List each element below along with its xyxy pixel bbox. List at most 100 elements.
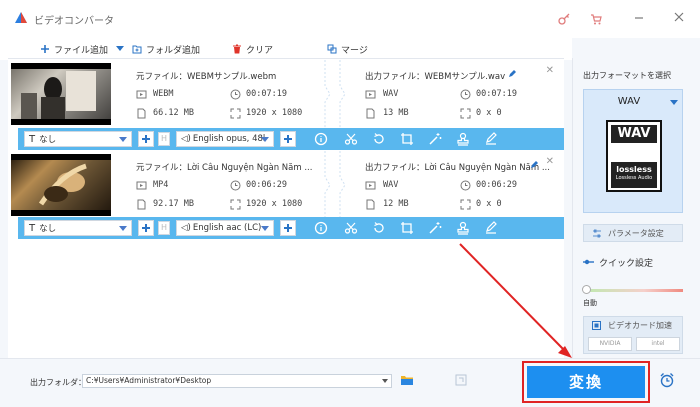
output-folder-dropdown-icon[interactable] bbox=[382, 379, 388, 383]
speaker-icon: ◁) bbox=[181, 223, 191, 233]
convert-highlight-frame: 変換 bbox=[522, 361, 650, 403]
add-subtitle-button[interactable] bbox=[138, 220, 154, 236]
output-duration: 00:06:29 bbox=[476, 180, 517, 190]
wav-format-icon: WAV lossless Lossless Audio bbox=[606, 120, 662, 192]
output-duration: 00:07:19 bbox=[476, 89, 517, 99]
crop-icon[interactable] bbox=[400, 221, 414, 235]
toolbar: ファイル追加 フォルダ追加 クリア マージ bbox=[0, 38, 572, 60]
subtitle-value: なし bbox=[39, 135, 57, 145]
gpu-checkbox-icon[interactable] bbox=[592, 321, 601, 330]
crop-icon[interactable] bbox=[400, 132, 414, 146]
browse-folder-icon[interactable] bbox=[400, 374, 414, 386]
clear-button[interactable]: クリア bbox=[232, 42, 273, 56]
arrow-separator-icon bbox=[324, 60, 346, 128]
add-audio-button[interactable] bbox=[280, 131, 296, 147]
source-filename: 元ファイル：Lời Câu Nguyện Ngàn Năm ... bbox=[136, 163, 313, 173]
quick-settings-icon bbox=[583, 259, 594, 265]
h265-icon[interactable]: H bbox=[158, 221, 170, 235]
audio-track-select[interactable]: ◁) English aac (LC) bbox=[176, 220, 274, 236]
output-filename: 出力ファイル：WEBMサンプル.wav bbox=[365, 72, 506, 82]
effects-wand-icon[interactable] bbox=[428, 132, 442, 146]
remove-item-icon[interactable]: ✕ bbox=[546, 156, 554, 167]
scissors-icon[interactable] bbox=[344, 221, 358, 235]
output-filename: 出力ファイル：Lời Câu Nguyện Ngàn Năm ... bbox=[365, 163, 550, 173]
info-icon[interactable] bbox=[314, 221, 328, 235]
audio-track-select[interactable]: ◁) English opus, 48l bbox=[176, 131, 274, 147]
scissors-icon[interactable] bbox=[344, 132, 358, 146]
output-resolution: 0 x 0 bbox=[476, 199, 502, 209]
output-size: 13 MB bbox=[383, 108, 409, 118]
panel-title: 出力フォーマットを選択 bbox=[583, 71, 671, 80]
cart-icon[interactable] bbox=[590, 13, 602, 25]
h265-icon[interactable]: H bbox=[158, 132, 170, 146]
open-output-folder-icon[interactable] bbox=[455, 374, 467, 386]
resolution-icon bbox=[230, 199, 241, 210]
output-format: WAV bbox=[383, 180, 399, 190]
clear-label: クリア bbox=[246, 45, 274, 56]
subtitle-edit-icon[interactable] bbox=[484, 221, 498, 235]
clock-icon bbox=[460, 180, 471, 191]
watermark-stamp-icon[interactable] bbox=[456, 221, 470, 235]
output-folder-path: C:¥Users¥Administrator¥Desktop bbox=[86, 376, 212, 385]
subtitle-icon: T bbox=[29, 133, 36, 145]
output-format-selector[interactable]: WAV WAV lossless Lossless Audio bbox=[583, 89, 683, 213]
selected-format: WAV bbox=[617, 96, 641, 107]
source-resolution: 1920 x 1080 bbox=[246, 199, 303, 209]
file-list: 元ファイル：WEBMサンプル.webm WEBM 00:07:19 66.12 … bbox=[8, 58, 564, 358]
add-audio-button[interactable] bbox=[280, 220, 296, 236]
merge-icon bbox=[327, 44, 337, 54]
filesize-icon bbox=[137, 199, 146, 210]
source-size: 66.12 MB bbox=[153, 108, 194, 118]
quality-slider-handle[interactable] bbox=[582, 285, 591, 294]
info-icon[interactable] bbox=[314, 132, 328, 146]
source-duration: 00:06:29 bbox=[246, 180, 287, 190]
list-item[interactable]: 元ファイル：Lời Câu Nguyện Ngàn Năm ... MP4 00… bbox=[8, 151, 564, 219]
bottom-bar: 出力フォルダ： C:¥Users¥Administrator¥Desktop 変… bbox=[0, 358, 700, 407]
effects-wand-icon[interactable] bbox=[428, 221, 442, 235]
subtitle-edit-icon[interactable] bbox=[484, 132, 498, 146]
format-icon bbox=[136, 90, 147, 99]
audio-track-value: English aac (LC) bbox=[192, 223, 262, 233]
quality-slider[interactable] bbox=[585, 289, 683, 292]
rotate-icon[interactable] bbox=[372, 221, 386, 235]
close-icon[interactable] bbox=[672, 10, 686, 24]
alarm-clock-icon[interactable] bbox=[659, 372, 675, 388]
merge-button[interactable]: マージ bbox=[327, 42, 368, 56]
source-duration: 00:07:19 bbox=[246, 89, 287, 99]
gpu-acceleration: ビデオカード加速 NVIDIA intel bbox=[583, 316, 683, 354]
add-folder-label: フォルダ追加 bbox=[146, 45, 201, 56]
subtitle-icon: T bbox=[29, 222, 36, 234]
add-file-dropdown-icon[interactable] bbox=[116, 46, 124, 52]
output-folder-input[interactable]: C:¥Users¥Administrator¥Desktop bbox=[82, 374, 392, 388]
key-icon[interactable] bbox=[558, 13, 570, 25]
add-file-button[interactable]: ファイル追加 bbox=[40, 42, 108, 56]
video-thumbnail bbox=[11, 154, 111, 216]
subtitle-value: なし bbox=[39, 224, 57, 234]
edit-icon[interactable] bbox=[530, 160, 539, 169]
convert-button[interactable]: 変換 bbox=[527, 366, 645, 398]
app-window: ビデオコンバータ ファイル追加 フォルダ追加 クリア マージ 元ファイル：WEB… bbox=[0, 0, 700, 407]
watermark-stamp-icon[interactable] bbox=[456, 132, 470, 146]
merge-label: マージ bbox=[341, 45, 368, 56]
video-thumbnail bbox=[11, 63, 111, 125]
add-subtitle-button[interactable] bbox=[138, 131, 154, 147]
source-format: WEBM bbox=[153, 89, 174, 99]
edit-icon[interactable] bbox=[508, 69, 517, 78]
subtitle-select[interactable]: T なし bbox=[24, 131, 132, 147]
subtitle-select[interactable]: T なし bbox=[24, 220, 132, 236]
sliders-icon bbox=[593, 229, 601, 238]
quick-settings: クイック設定 bbox=[583, 256, 653, 269]
remove-item-icon[interactable]: ✕ bbox=[546, 65, 554, 76]
format-icon bbox=[365, 181, 376, 190]
title-bar: ビデオコンバータ bbox=[0, 0, 700, 38]
item-action-bar: T なし H ◁) English opus, 48l bbox=[18, 128, 564, 150]
add-folder-button[interactable]: フォルダ追加 bbox=[132, 42, 200, 56]
parameter-settings-button[interactable]: パラメータ設定 bbox=[583, 224, 683, 242]
plus-icon bbox=[41, 45, 49, 53]
app-logo-icon bbox=[15, 12, 27, 23]
list-item[interactable]: 元ファイル：WEBMサンプル.webm WEBM 00:07:19 66.12 … bbox=[8, 60, 564, 128]
resolution-icon bbox=[460, 199, 471, 210]
rotate-icon[interactable] bbox=[372, 132, 386, 146]
minimize-icon[interactable] bbox=[632, 10, 646, 24]
speaker-icon: ◁) bbox=[181, 134, 191, 144]
